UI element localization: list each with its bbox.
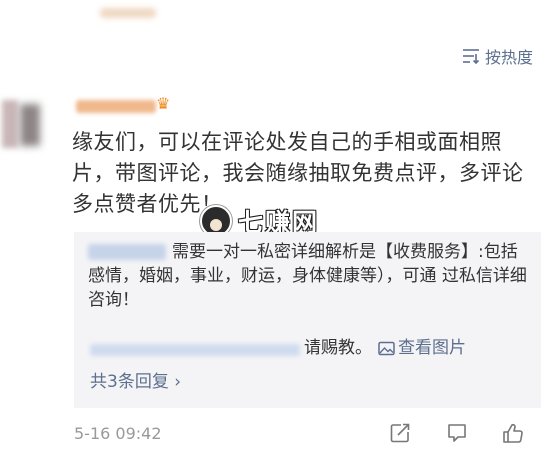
view-image-label: 查看图片 [398, 338, 466, 358]
sort-by-hot-button[interactable]: 按热度 [462, 44, 533, 68]
reply-username-blurred[interactable] [90, 344, 300, 356]
reply-text: 请赐教。 [304, 338, 372, 358]
comment-icon[interactable] [446, 422, 470, 446]
avatar[interactable] [2, 96, 46, 152]
replies-box: 需要一对一私密详细解析是【收费服务】:包括感情，婚姻，事业，财运，身体健康等），… [74, 232, 541, 408]
more-replies-link[interactable]: 共3条回复 › [90, 370, 181, 394]
like-icon[interactable] [502, 422, 526, 446]
image-icon [378, 341, 395, 356]
comment-timestamp: 5-16 09:42 [74, 424, 162, 443]
share-icon[interactable] [389, 422, 413, 446]
view-image-link[interactable]: 查看图片 [378, 336, 466, 360]
sort-lines-icon [462, 48, 480, 64]
sort-label: 按热度 [484, 48, 533, 67]
username-blurred[interactable] [76, 100, 156, 113]
crown-icon: ♛ [156, 94, 171, 113]
reply-text: 需要一对一私密详细解析是【收费服务】:包括感情，婚姻，事业，财运，身体健康等），… [88, 242, 527, 310]
blurred-header-fragment [100, 8, 156, 18]
